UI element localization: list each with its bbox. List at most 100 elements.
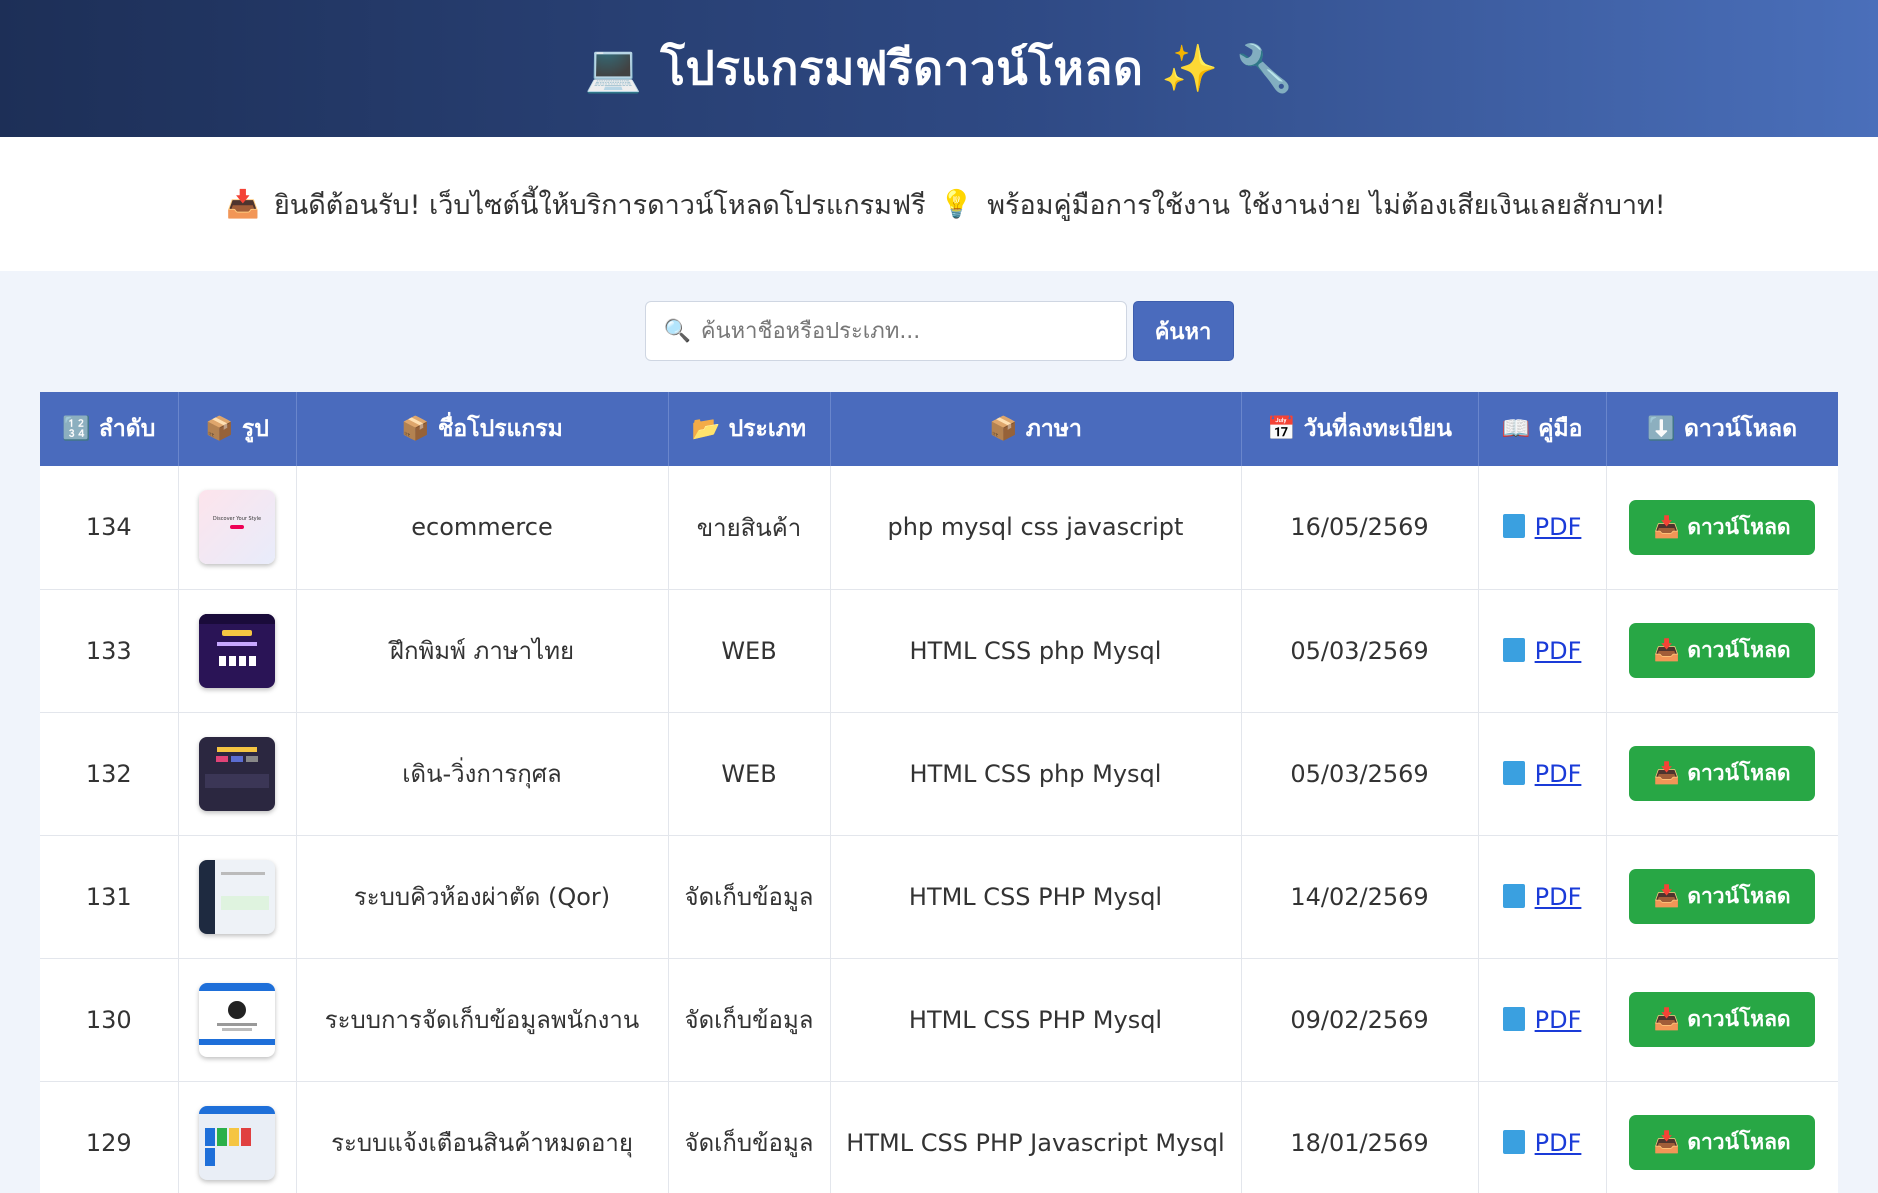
search-icon: 🔍 [663,318,691,344]
search-bar: 🔍 ค้นหา [0,301,1878,361]
pdf-link-label: PDF [1534,513,1582,542]
pdf-manual-link[interactable]: PDF [1502,636,1582,665]
book-icon [1502,883,1525,908]
sparkles-wrench-icon: ✨ 🔧 [1161,41,1294,95]
programs-table-wrap: 🔢 ลำดับ 📦 รูป 📦 ชื่อโปรแกรม 📂 ประเภท 📦 ภาษา 📅 วันที… [40,392,1838,1193]
cell-manual: PDF [1478,1081,1607,1193]
table-body: 134 Discover Your Style ecommerce ขายสินค้า… [40,466,1838,1193]
thumb-caption: Discover Your Style [212,516,262,523]
cell-no: 133 [40,589,179,713]
book-icon [1502,1006,1525,1031]
book-icon [1502,514,1525,539]
table-row: 129 ระบบแจ้งเตือนสินค้าหมดอายุ จัดเก็บข้อม… [40,1081,1838,1193]
book-icon: 📖 [1501,416,1531,442]
cell-no: 134 [40,466,179,590]
cell-language: HTML CSS php Mysql [830,712,1242,836]
header-label: ประเภท [728,416,807,442]
cell-image [178,1081,297,1193]
table-row: 132 เดิน-วิ่งการกุศล WEB HTML CSS php Mysql… [40,712,1838,836]
cell-name: ecommerce [296,466,669,590]
cell-name: ระบบแจ้งเตือนสินค้าหมดอายุ [296,1081,669,1193]
calendar-icon: 📅 [1267,416,1296,442]
search-input[interactable] [700,318,1101,344]
inbox-icon: 📥 [226,189,260,220]
package-icon: 📦 [989,416,1018,442]
header-col-download: ⬇️ ดาวน์โหลด [1606,392,1838,466]
cell-no: 130 [40,958,179,1082]
table-row: 131 ระบบคิวห้องผ่าตัด (Qor) จัดเก็บข้อมูล H… [40,835,1838,959]
download-button[interactable]: 📥 ดาวน์โหลด [1629,499,1816,555]
welcome-text-2: พร้อมคู่มือการใช้งาน ใช้งานง่าย ไม่ต้องเ… [987,189,1666,221]
book-icon [1502,1129,1525,1154]
table-row: 134 Discover Your Style ecommerce ขายสินค้า… [40,466,1838,590]
cell-image [178,835,297,959]
program-thumbnail[interactable] [199,613,275,688]
search-button[interactable]: ค้นหา [1132,301,1234,361]
cell-language: HTML CSS PHP Javascript Mysql [830,1081,1242,1193]
table-header-row: 🔢 ลำดับ 📦 รูป 📦 ชื่อโปรแกรม 📂 ประเภท 📦 ภาษา 📅 วันที… [40,392,1838,466]
download-button[interactable]: 📥 ดาวน์โหลด [1629,746,1816,801]
header-col-image: 📦 รูป [178,392,297,466]
program-thumbnail[interactable] [199,859,275,934]
table-row: 130 ระบบการจัดเก็บข้อมูลพนักงาน จัดเก็บข้อ… [40,958,1838,1082]
cell-category: จัดเก็บข้อมูล [668,958,831,1082]
cell-download: 📥 ดาวน์โหลด [1606,1081,1838,1193]
cell-category: จัดเก็บข้อมูล [668,835,831,959]
cell-date: 18/01/2569 [1241,1081,1479,1193]
cell-manual: PDF [1478,835,1607,959]
cell-download: 📥 ดาวน์โหลด [1606,712,1838,836]
program-thumbnail[interactable] [199,1105,275,1180]
download-arrow-icon: ⬇️ [1647,416,1677,442]
cell-language: HTML CSS PHP Mysql [830,835,1242,959]
download-button[interactable]: 📥 ดาวน์โหลด [1629,992,1816,1047]
pdf-manual-link[interactable]: PDF [1502,513,1582,542]
laptop-icon: 💻 [584,41,643,95]
cell-download: 📥 ดาวน์โหลด [1606,589,1838,713]
program-thumbnail[interactable] [199,982,275,1057]
cell-no: 131 [40,835,179,959]
book-icon [1502,760,1525,785]
program-thumbnail[interactable]: Discover Your Style [199,490,275,565]
cell-manual: PDF [1478,589,1607,713]
pdf-manual-link[interactable]: PDF [1502,760,1581,788]
pdf-manual-link[interactable]: PDF [1502,883,1581,911]
cell-manual: PDF [1478,466,1607,590]
pdf-manual-link[interactable]: PDF [1502,1005,1582,1034]
cell-manual: PDF [1478,958,1607,1082]
numbers-icon: 🔢 [62,416,91,442]
search-box[interactable]: 🔍 [644,301,1127,361]
cell-date: 16/05/2569 [1241,466,1479,590]
site-title-text: โปรแกรมฟรีดาวน์โหลด [660,41,1144,95]
cell-language: php mysql css javascript [830,466,1242,590]
pdf-link-label: PDF [1534,1128,1582,1157]
site-header: 💻 โปรแกรมฟรีดาวน์โหลด ✨ 🔧 [0,0,1878,137]
pdf-manual-link[interactable]: PDF [1502,1128,1582,1157]
download-button[interactable]: 📥 ดาวน์โหลด [1629,623,1816,678]
header-label: วันที่ลงทะเบียน [1303,416,1452,442]
download-button[interactable]: 📥 ดาวน์โหลด [1629,869,1816,924]
cell-category: WEB [668,589,831,713]
folder-icon: 📂 [691,416,721,442]
book-icon [1502,637,1525,662]
header-col-date: 📅 วันที่ลงทะเบียน [1241,392,1479,466]
cell-date: 09/02/2569 [1241,958,1479,1082]
lightbulb-icon: 💡 [939,189,974,220]
header-label: ลำดับ [98,416,156,442]
program-thumbnail[interactable] [199,736,275,811]
cell-category: จัดเก็บข้อมูล [668,1081,831,1193]
pdf-link-label: PDF [1534,636,1582,665]
download-button[interactable]: 📥 ดาวน์โหลด [1629,1115,1816,1170]
cell-manual: PDF [1478,712,1607,836]
cell-no: 129 [40,1081,179,1193]
cell-category: WEB [668,712,831,836]
table-row: 133 ฝึกพิมพ์ ภาษาไทย WEB HTML CSS php Mysql… [40,589,1838,713]
cell-download: 📥 ดาวน์โหลด [1606,835,1838,959]
pdf-link-label: PDF [1534,1005,1582,1034]
cell-image [178,589,297,713]
cell-language: HTML CSS php Mysql [830,589,1242,713]
cell-image [178,712,297,836]
cell-date: 14/02/2569 [1241,835,1479,959]
cell-language: HTML CSS PHP Mysql [830,958,1242,1082]
welcome-banner: 📥 ยินดีต้อนรับ! เว็บไซต์นี้ให้บริการดาวน… [0,137,1878,271]
cell-date: 05/03/2569 [1241,712,1479,836]
